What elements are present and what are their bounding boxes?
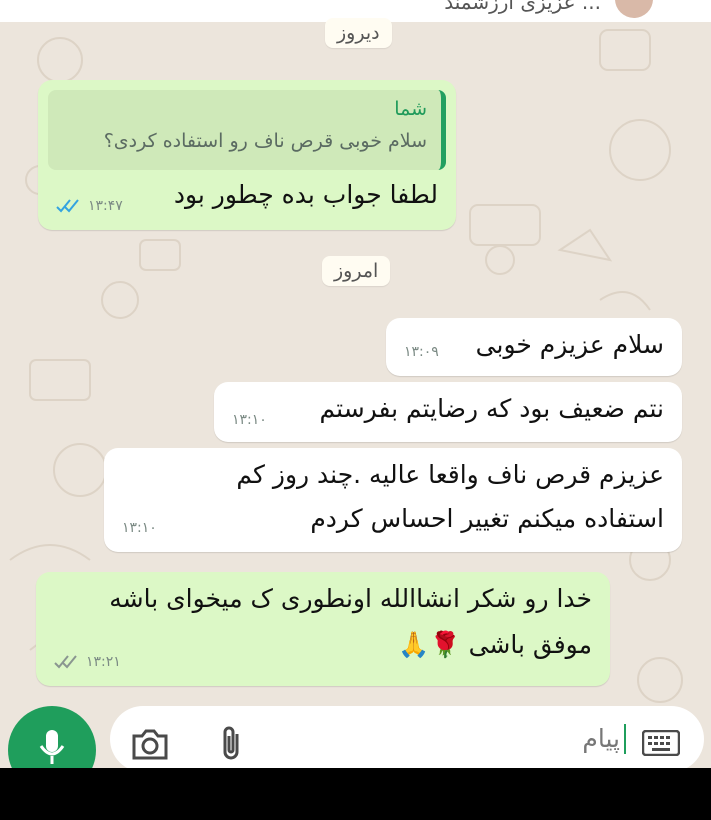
message-composer[interactable]: پیام bbox=[110, 706, 704, 772]
avatar[interactable] bbox=[615, 0, 653, 18]
message-text: سلام عزیزم خوبی bbox=[475, 330, 664, 359]
mic-icon bbox=[39, 730, 65, 764]
double-check-read-icon bbox=[56, 199, 79, 213]
attach-icon[interactable] bbox=[218, 724, 244, 762]
date-divider-yesterday: دیروز bbox=[325, 18, 392, 48]
incoming-message-bubble[interactable]: نتم ضعیف بود که رضایتم بفرستم ۱۳:۱۰ bbox=[214, 382, 682, 442]
message-time: ۱۳:۴۷ bbox=[88, 198, 123, 214]
message-text-line: عزیزم قرص ناف واقعا عالیه .چند روز کم bbox=[236, 460, 664, 489]
message-time: ۱۳:۱۰ bbox=[122, 520, 157, 536]
message-text-line: خدا رو شکر انشاالله اونطوری ک میخوای باش… bbox=[109, 584, 592, 613]
quoted-reply[interactable]: شما سلام خوبی قرص ناف رو استفاده کردی؟ bbox=[48, 90, 446, 170]
message-input-placeholder[interactable]: پیام bbox=[582, 724, 620, 753]
message-meta: ۱۳:۲۱ bbox=[54, 654, 121, 670]
message-time: ۱۳:۰۹ bbox=[404, 344, 439, 360]
quote-author: شما bbox=[394, 98, 427, 120]
message-text: نتم ضعیف بود که رضایتم بفرستم bbox=[319, 394, 664, 423]
incoming-message-bubble[interactable]: عزیزم قرص ناف واقعا عالیه .چند روز کم اس… bbox=[104, 448, 682, 552]
outgoing-message-bubble[interactable]: خدا رو شکر انشاالله اونطوری ک میخوای باش… bbox=[36, 572, 610, 686]
camera-icon[interactable] bbox=[130, 728, 170, 760]
quote-text: سلام خوبی قرص ناف رو استفاده کردی؟ bbox=[103, 130, 427, 152]
message-time: ۱۳:۲۱ bbox=[86, 654, 121, 670]
incoming-message-bubble[interactable]: سلام عزیزم خوبی ۱۳:۰۹ bbox=[386, 318, 682, 376]
outgoing-message-bubble[interactable]: شما سلام خوبی قرص ناف رو استفاده کردی؟ ل… bbox=[38, 80, 456, 230]
keyboard-icon[interactable] bbox=[642, 730, 680, 756]
double-check-delivered-icon bbox=[54, 655, 77, 669]
text-cursor bbox=[624, 724, 626, 754]
date-divider-today: امروز bbox=[322, 256, 391, 286]
message-text-line: استفاده میکنم تغییر احساس کردم bbox=[310, 504, 664, 533]
contact-name: ... عزیزی ارزشمند bbox=[444, 0, 601, 14]
message-text: لطفا جواب بده چطور بود bbox=[173, 180, 438, 209]
system-navigation-bar bbox=[0, 768, 711, 820]
message-text-line: موفق باشی 🌹🙏 bbox=[398, 630, 592, 659]
message-meta: ۱۳:۴۷ bbox=[56, 198, 123, 214]
message-time: ۱۳:۱۰ bbox=[232, 412, 267, 428]
